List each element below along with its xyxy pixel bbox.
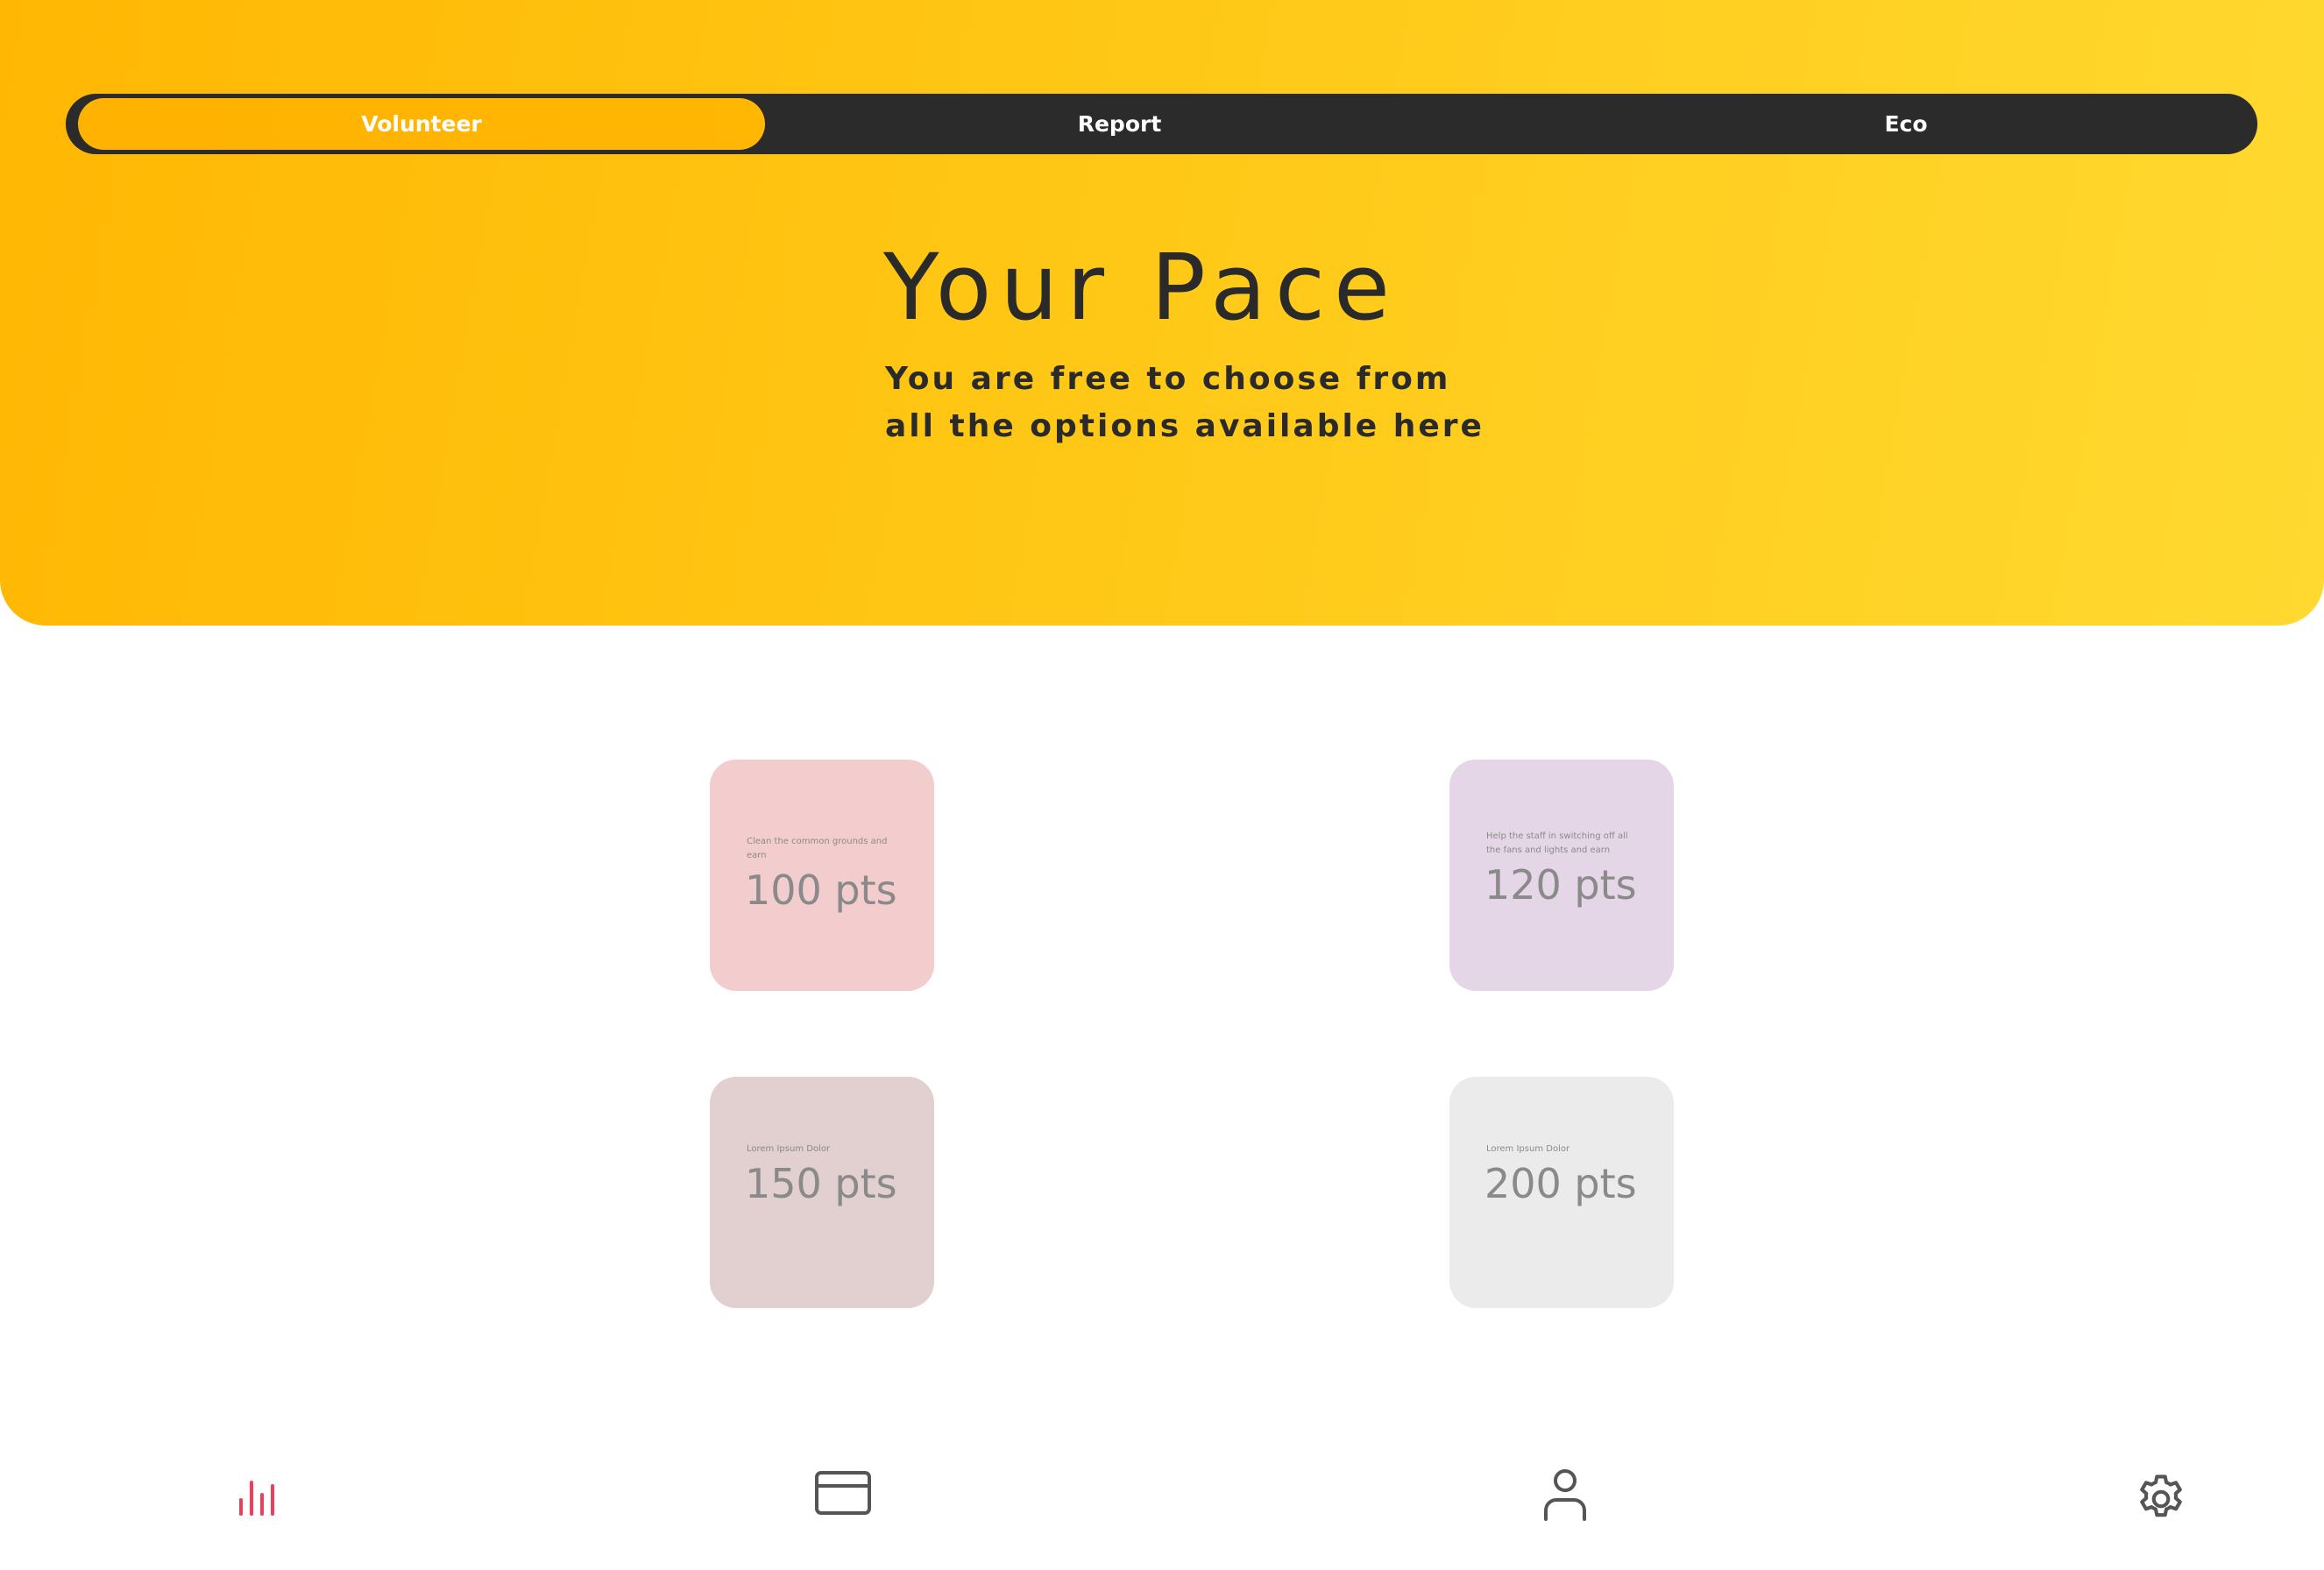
- nav-wallet-button[interactable]: [808, 1458, 878, 1528]
- tab-eco[interactable]: Eco: [1555, 98, 2257, 150]
- page-subtitle: You are free to choose from all the opti…: [885, 361, 1484, 444]
- bar-chart-icon: [239, 1481, 274, 1516]
- nav-profile-button[interactable]: [1530, 1460, 1600, 1530]
- task-card[interactable]: Lorem Ipsum Dolor 150 pts: [710, 1077, 934, 1308]
- page: Volunteer Report Eco Your Pace You are f…: [0, 0, 2324, 1570]
- hero-banner: Volunteer Report Eco Your Pace You are f…: [0, 0, 2324, 626]
- credit-card-icon: [815, 1471, 871, 1515]
- tab-bar: Volunteer Report Eco: [66, 94, 2257, 154]
- task-card-points: 120 pts: [1484, 861, 1637, 909]
- task-card[interactable]: Clean the common grounds and earn 100 pt…: [710, 760, 934, 991]
- task-card[interactable]: Help the staff in switching off all the …: [1449, 760, 1674, 991]
- tab-report[interactable]: Report: [767, 98, 1472, 150]
- task-card-points: 200 pts: [1484, 1160, 1637, 1207]
- task-card[interactable]: Lorem Ipsum Dolor 200 pts: [1449, 1077, 1674, 1308]
- task-card-description: Help the staff in switching off all the …: [1486, 831, 1628, 855]
- tab-volunteer[interactable]: Volunteer: [78, 98, 765, 150]
- nav-stats-button[interactable]: [220, 1461, 290, 1531]
- task-card-points: 150 pts: [745, 1160, 897, 1207]
- user-icon: [1544, 1469, 1586, 1521]
- task-card-description: Lorem Ipsum Dolor: [1486, 1144, 1570, 1154]
- page-title: Your Pace: [883, 234, 1399, 341]
- task-card-description: Clean the common grounds and earn: [747, 837, 888, 860]
- task-card-points: 100 pts: [745, 866, 897, 914]
- nav-settings-button[interactable]: [2126, 1464, 2196, 1534]
- gear-icon: [2140, 1475, 2182, 1517]
- task-card-description: Lorem Ipsum Dolor: [747, 1144, 831, 1154]
